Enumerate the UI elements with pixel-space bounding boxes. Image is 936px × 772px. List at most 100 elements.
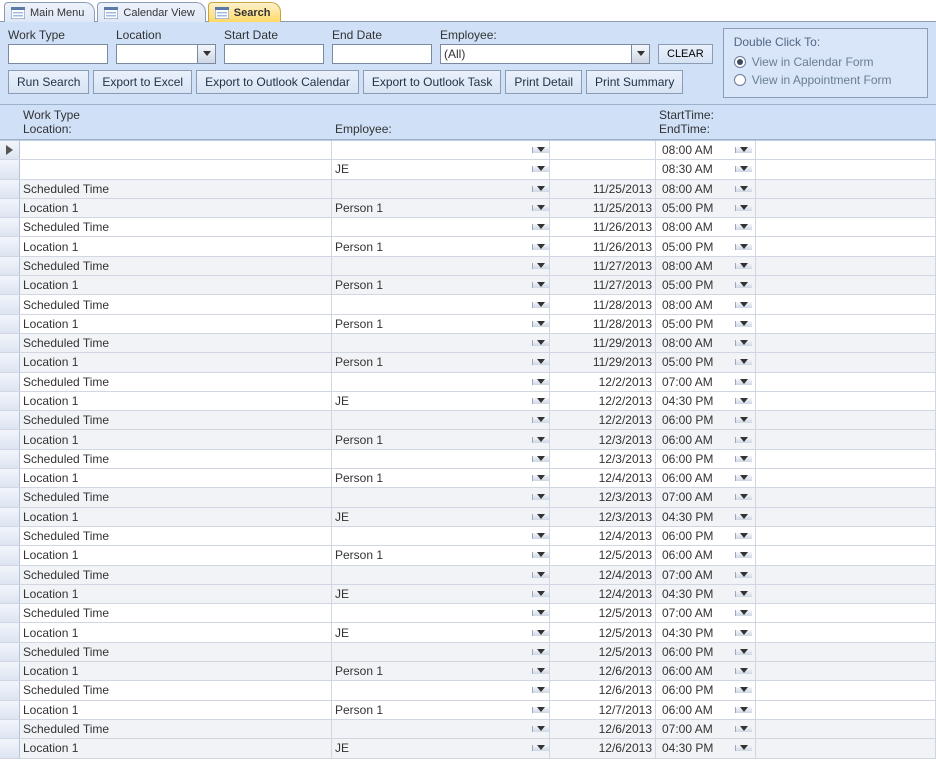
date-cell[interactable]: 12/7/2013 (550, 701, 656, 719)
chevron-down-icon[interactable] (532, 340, 549, 346)
table-row[interactable]: Scheduled Time11/28/201308:00 AM (0, 295, 936, 314)
chevron-down-icon[interactable] (532, 302, 549, 308)
table-row[interactable]: Location 1JE12/5/201304:30 PM (0, 623, 936, 642)
chevron-down-icon[interactable] (735, 340, 752, 346)
record-selector[interactable] (0, 566, 20, 584)
tab-calendar-view[interactable]: Calendar View (97, 2, 205, 22)
work-type-cell[interactable]: Scheduled Time (20, 218, 332, 236)
employee-cell[interactable] (332, 527, 550, 545)
date-cell[interactable]: 11/27/2013 (550, 276, 656, 294)
record-selector[interactable] (0, 276, 20, 294)
chevron-down-icon[interactable] (532, 147, 549, 153)
table-row[interactable]: Location 1Person 111/28/201305:00 PM (0, 315, 936, 334)
work-type-input[interactable] (8, 44, 108, 64)
time-cell[interactable]: 04:30 PM (656, 739, 756, 757)
time-cell[interactable]: 06:00 AM (656, 546, 756, 564)
date-cell[interactable]: 12/2/2013 (550, 411, 656, 429)
chevron-down-icon[interactable] (532, 379, 549, 385)
chevron-down-icon[interactable] (735, 398, 752, 404)
table-row[interactable]: Location 1JE12/3/201304:30 PM (0, 508, 936, 527)
chevron-down-icon[interactable] (735, 244, 752, 250)
record-selector[interactable] (0, 546, 20, 564)
time-cell[interactable]: 04:30 PM (656, 392, 756, 410)
date-cell[interactable] (550, 160, 656, 178)
chevron-down-icon[interactable] (735, 263, 752, 269)
chevron-down-icon[interactable] (532, 572, 549, 578)
date-cell[interactable]: 12/6/2013 (550, 681, 656, 699)
record-selector[interactable] (0, 180, 20, 198)
employee-cell[interactable] (332, 566, 550, 584)
work-type-cell[interactable] (20, 141, 332, 159)
employee-cell[interactable] (332, 180, 550, 198)
employee-cell[interactable]: Person 1 (332, 430, 550, 448)
chevron-down-icon[interactable] (532, 494, 549, 500)
chevron-down-icon[interactable] (735, 224, 752, 230)
table-row[interactable]: Location 1Person 112/4/201306:00 AM (0, 469, 936, 488)
work-type-cell[interactable]: Scheduled Time (20, 488, 332, 506)
chevron-down-icon[interactable] (735, 302, 752, 308)
record-selector[interactable] (0, 430, 20, 448)
date-cell[interactable]: 12/4/2013 (550, 527, 656, 545)
date-cell[interactable]: 11/26/2013 (550, 237, 656, 255)
date-cell[interactable]: 11/28/2013 (550, 315, 656, 333)
record-selector[interactable] (0, 353, 20, 371)
work-type-cell[interactable]: Scheduled Time (20, 681, 332, 699)
employee-cell[interactable] (332, 295, 550, 313)
employee-cell[interactable]: JE (332, 585, 550, 603)
chevron-down-icon[interactable] (735, 687, 752, 693)
employee-cell[interactable] (332, 643, 550, 661)
time-cell[interactable]: 06:00 AM (656, 662, 756, 680)
end-date-input[interactable] (332, 44, 432, 64)
record-selector[interactable] (0, 739, 20, 757)
chevron-down-icon[interactable] (532, 205, 549, 211)
chevron-down-icon[interactable] (735, 205, 752, 211)
table-row[interactable]: Scheduled Time11/29/201308:00 AM (0, 334, 936, 353)
tab-search[interactable]: Search (208, 2, 282, 22)
table-row[interactable]: 08:00 AM (0, 141, 936, 160)
time-cell[interactable]: 08:00 AM (656, 180, 756, 198)
record-selector[interactable] (0, 720, 20, 738)
record-selector[interactable] (0, 295, 20, 313)
chevron-down-icon[interactable] (532, 552, 549, 558)
time-cell[interactable]: 07:00 AM (656, 604, 756, 622)
table-row[interactable]: Location 1JE12/6/201304:30 PM (0, 739, 936, 758)
chevron-down-icon[interactable] (532, 224, 549, 230)
table-row[interactable]: Location 1Person 111/27/201305:00 PM (0, 276, 936, 295)
date-cell[interactable]: 11/25/2013 (550, 199, 656, 217)
table-row[interactable]: Scheduled Time12/6/201306:00 PM (0, 681, 936, 700)
table-row[interactable]: Scheduled Time12/4/201307:00 AM (0, 566, 936, 585)
date-cell[interactable] (550, 141, 656, 159)
table-row[interactable]: Location 1JE12/4/201304:30 PM (0, 585, 936, 604)
date-cell[interactable]: 12/6/2013 (550, 739, 656, 757)
time-cell[interactable]: 06:00 PM (656, 450, 756, 468)
time-cell[interactable]: 08:30 AM (656, 160, 756, 178)
date-cell[interactable]: 11/28/2013 (550, 295, 656, 313)
view-appointment-form-radio[interactable]: View in Appointment Form (734, 73, 917, 87)
date-cell[interactable]: 11/25/2013 (550, 180, 656, 198)
table-row[interactable]: Scheduled Time11/27/201308:00 AM (0, 257, 936, 276)
chevron-down-icon[interactable] (631, 45, 649, 63)
chevron-down-icon[interactable] (532, 437, 549, 443)
date-cell[interactable]: 12/5/2013 (550, 546, 656, 564)
time-cell[interactable]: 05:00 PM (656, 276, 756, 294)
table-row[interactable]: Scheduled Time12/2/201307:00 AM (0, 373, 936, 392)
table-row[interactable]: Location 1JE12/2/201304:30 PM (0, 392, 936, 411)
table-row[interactable]: Location 1Person 112/6/201306:00 AM (0, 662, 936, 681)
chevron-down-icon[interactable] (735, 610, 752, 616)
record-selector[interactable] (0, 334, 20, 352)
record-selector[interactable] (0, 643, 20, 661)
employee-cell[interactable]: JE (332, 160, 550, 178)
chevron-down-icon[interactable] (532, 591, 549, 597)
employee-cell[interactable] (332, 450, 550, 468)
employee-cell[interactable]: Person 1 (332, 237, 550, 255)
results-grid[interactable]: 08:00 AMJE08:30 AMScheduled Time11/25/20… (0, 140, 936, 759)
employee-cell[interactable]: JE (332, 623, 550, 641)
time-cell[interactable]: 05:00 PM (656, 199, 756, 217)
employee-cell[interactable] (332, 257, 550, 275)
chevron-down-icon[interactable] (532, 649, 549, 655)
chevron-down-icon[interactable] (735, 456, 752, 462)
time-cell[interactable]: 05:00 PM (656, 315, 756, 333)
work-type-cell[interactable]: Scheduled Time (20, 450, 332, 468)
work-type-cell[interactable]: Location 1 (20, 739, 332, 757)
work-type-cell[interactable]: Location 1 (20, 585, 332, 603)
